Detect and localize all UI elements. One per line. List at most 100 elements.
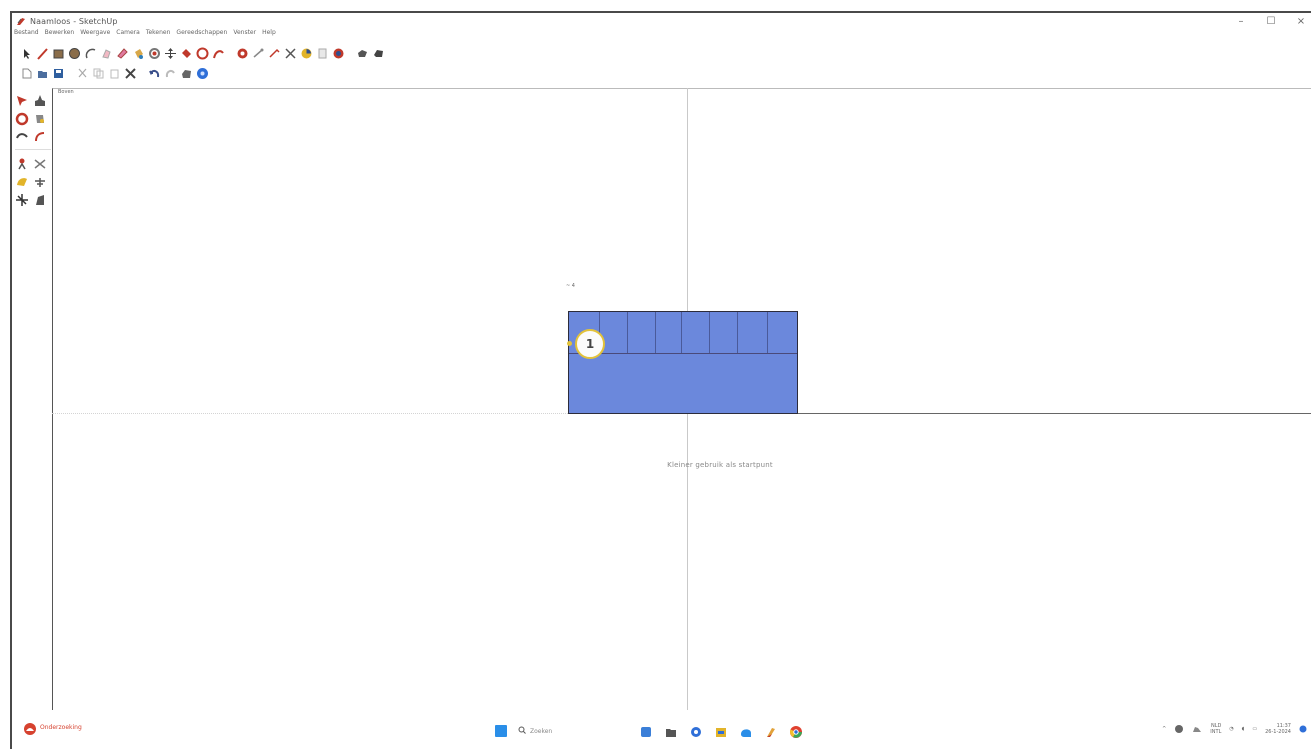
- edge-browser-icon[interactable]: [739, 724, 753, 738]
- move-tool-icon[interactable]: [164, 45, 177, 59]
- component-icon[interactable]: [33, 93, 47, 107]
- maximize-button[interactable]: ☐: [1265, 16, 1277, 27]
- open-file-icon[interactable]: [36, 65, 49, 78]
- menu-venster[interactable]: Venster: [233, 29, 256, 40]
- battery-icon[interactable]: ▭: [1252, 726, 1257, 732]
- widgets-app-icon[interactable]: [639, 724, 653, 738]
- model-info-icon[interactable]: [196, 65, 209, 79]
- taskbar-widget[interactable]: Onderzoeking: [22, 721, 82, 735]
- model-grid-line: [681, 312, 682, 353]
- paint-bucket-icon[interactable]: [132, 45, 145, 59]
- file-explorer-icon[interactable]: [664, 724, 678, 738]
- system-clock[interactable]: 11:37 26-1-2024: [1265, 723, 1291, 735]
- close-button[interactable]: ×: [1295, 16, 1307, 27]
- axes-icon[interactable]: [15, 192, 29, 206]
- select-arrow-icon[interactable]: [15, 93, 29, 107]
- cut-icon[interactable]: [76, 65, 89, 78]
- paste-icon[interactable]: [108, 65, 121, 78]
- copy-icon[interactable]: [92, 65, 105, 78]
- extension-manager-icon[interactable]: [372, 45, 385, 58]
- menu-camera[interactable]: Camera: [116, 29, 140, 40]
- taskbar-search[interactable]: Zoeken: [518, 725, 598, 737]
- menu-tekenen[interactable]: Tekenen: [146, 29, 171, 40]
- rotate-icon[interactable]: [15, 111, 29, 126]
- dimension-label: ~ 4: [566, 283, 575, 289]
- callout-pointer: [567, 341, 572, 346]
- language-indicator[interactable]: NLD INTL: [1210, 723, 1221, 735]
- toolbar-separator: [15, 149, 51, 150]
- 3d-warehouse-icon[interactable]: [332, 45, 345, 58]
- menu-bar: Bestand Bewerken Weergave Camera Tekenen…: [14, 29, 276, 40]
- select-tool-icon[interactable]: [20, 45, 33, 59]
- menu-bestand[interactable]: Bestand: [14, 29, 39, 40]
- tape-measure-icon[interactable]: [236, 45, 249, 58]
- model-rectangle[interactable]: [568, 311, 798, 414]
- print-icon[interactable]: [180, 65, 193, 78]
- chrome-browser-icon[interactable]: [789, 724, 803, 738]
- widget-status-text: Onderzoeking: [40, 724, 82, 731]
- axes-tool-icon[interactable]: [300, 45, 313, 58]
- follow-icon[interactable]: [15, 129, 29, 143]
- menu-bewerken[interactable]: Bewerken: [45, 29, 75, 40]
- minimize-button[interactable]: –: [1235, 16, 1247, 27]
- system-tray: ^ NLD INTL ◔ ◖ ▭ 11:37 26-1-2024: [1162, 723, 1307, 735]
- model-divider-line: [569, 353, 797, 354]
- menu-gereedschappen[interactable]: Gereedschappen: [176, 29, 227, 40]
- onedrive-icon[interactable]: [1192, 724, 1202, 734]
- notification-icon[interactable]: [1299, 725, 1307, 733]
- look-around-icon[interactable]: [33, 156, 47, 170]
- model-grid-line: [655, 312, 656, 353]
- arc-tool-icon[interactable]: [84, 45, 97, 58]
- menu-help[interactable]: Help: [262, 29, 276, 40]
- eraser-tool-icon[interactable]: [116, 45, 129, 59]
- red-axis-negative: [52, 413, 568, 414]
- wifi-icon[interactable]: ◔: [1229, 726, 1233, 732]
- offset-icon[interactable]: [33, 129, 47, 143]
- weather-icon: [22, 721, 36, 735]
- delete-icon[interactable]: [124, 65, 137, 79]
- redo-icon[interactable]: [164, 65, 177, 78]
- cloud-icon[interactable]: [1174, 724, 1184, 734]
- follow-me-tool-icon[interactable]: [212, 45, 225, 58]
- store-app-icon[interactable]: [714, 724, 728, 738]
- view-name-label: Boven: [58, 89, 74, 95]
- save-file-icon[interactable]: [52, 65, 65, 78]
- standard-toolbar: [20, 62, 209, 80]
- undo-icon[interactable]: [148, 65, 161, 78]
- paint-icon[interactable]: [33, 111, 47, 125]
- protractor-icon[interactable]: [268, 45, 281, 58]
- line-tool-icon[interactable]: [36, 45, 49, 60]
- chat-app-icon[interactable]: [689, 724, 703, 738]
- numbered-callout: 1: [575, 329, 605, 359]
- sketchup-app-icon[interactable]: [764, 724, 778, 738]
- text-tool-icon[interactable]: [284, 45, 297, 59]
- new-file-icon[interactable]: [20, 65, 33, 78]
- extension-warehouse-icon[interactable]: [356, 45, 369, 58]
- taskbar: Onderzoeking Zoeken ^ NLD INTL ◔ ◖ ▭ 11:3…: [12, 710, 1311, 749]
- sandbox-icon[interactable]: [15, 174, 29, 188]
- rotate-tool-icon[interactable]: [180, 45, 193, 58]
- chevron-up-icon[interactable]: ^: [1162, 726, 1166, 732]
- volume-icon[interactable]: ◖: [1242, 726, 1245, 732]
- position-camera-icon[interactable]: [33, 174, 47, 188]
- menu-weergave[interactable]: Weergave: [80, 29, 110, 40]
- model-grid-line: [737, 312, 738, 353]
- model-grid-line: [709, 312, 710, 353]
- circle-tool-icon[interactable]: [68, 45, 81, 59]
- taskbar-apps: Zoeken: [495, 724, 803, 738]
- pushpull-tool-icon[interactable]: [100, 45, 113, 59]
- section-plane-icon[interactable]: [316, 45, 329, 58]
- walk-icon[interactable]: [15, 156, 29, 170]
- model-grid-line: [767, 312, 768, 353]
- sketchup-logo-icon: [16, 16, 26, 26]
- main-toolbar: [20, 42, 385, 60]
- start-button[interactable]: [495, 725, 507, 737]
- rectangle-tool-icon[interactable]: [52, 45, 65, 58]
- offset-tool-icon[interactable]: [196, 45, 209, 59]
- orbit-tool-icon[interactable]: [148, 45, 161, 59]
- title-bar: Naamloos - SketchUp – ☐ ×: [12, 13, 1311, 29]
- section-icon[interactable]: [33, 192, 47, 206]
- model-grid-line: [627, 312, 628, 353]
- window-controls: – ☐ ×: [1235, 13, 1307, 29]
- dimension-tool-icon[interactable]: [252, 45, 265, 58]
